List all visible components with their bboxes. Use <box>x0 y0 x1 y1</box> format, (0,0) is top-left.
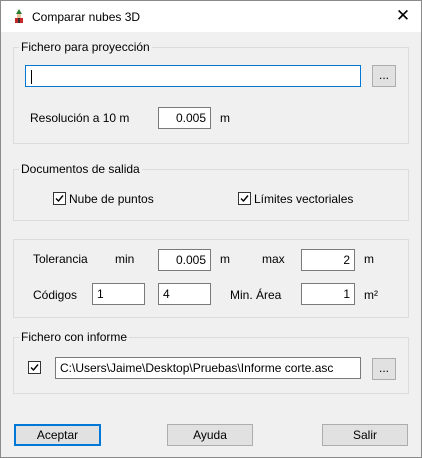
resolution-unit: m <box>220 111 230 125</box>
report-checkbox[interactable] <box>28 361 41 374</box>
title-bar: Comparar nubes 3D ✕ <box>1 1 421 32</box>
min-label: min <box>115 252 135 266</box>
projection-browse-button[interactable]: ... <box>372 65 396 87</box>
output-legend: Documentos de salida <box>19 162 142 176</box>
codes-label: Códigos <box>33 288 78 302</box>
window-title: Comparar nubes 3D <box>32 10 141 24</box>
exit-button[interactable]: Salir <box>322 424 408 446</box>
max-tolerance-input[interactable]: 2 <box>301 249 355 271</box>
projection-legend: Fichero para proyección <box>19 40 152 54</box>
max-label: max <box>262 252 285 266</box>
accept-button[interactable]: Aceptar <box>14 424 101 446</box>
point-cloud-checkbox[interactable] <box>53 192 66 205</box>
report-browse-button[interactable]: ... <box>372 358 396 380</box>
app-logo-icon <box>11 8 27 24</box>
vector-limits-checkbox[interactable] <box>238 192 251 205</box>
report-group: Fichero con informe C:\Users\Jaime\Deskt… <box>13 330 409 394</box>
report-legend: Fichero con informe <box>19 330 130 344</box>
point-cloud-label[interactable]: Nube de puntos <box>69 192 154 206</box>
help-button[interactable]: Ayuda <box>167 424 253 446</box>
resolution-input[interactable]: 0.005 <box>158 107 211 129</box>
max-unit: m <box>364 252 374 266</box>
dialog-window: Comparar nubes 3D ✕ Fichero para proyecc… <box>0 0 422 458</box>
resolution-label: Resolución a 10 m <box>30 111 130 125</box>
projection-group: Fichero para proyección ... Resolución a… <box>13 40 409 144</box>
projection-file-input[interactable] <box>25 65 361 87</box>
code-input-1[interactable]: 1 <box>92 283 145 305</box>
min-area-label: Min. Área <box>230 288 282 302</box>
close-icon[interactable]: ✕ <box>391 5 415 27</box>
output-group: Documentos de salida Nube de puntos Lími… <box>13 162 409 221</box>
parameters-group: Tolerancia min 0.005 m max 2 m Códigos 1… <box>13 239 409 318</box>
tolerance-label: Tolerancia <box>33 252 88 266</box>
min-area-input[interactable]: 1 <box>301 283 355 305</box>
min-tolerance-input[interactable]: 0.005 <box>158 249 211 271</box>
code-input-2[interactable]: 4 <box>158 283 211 305</box>
vector-limits-label[interactable]: Límites vectoriales <box>254 192 353 206</box>
min-unit: m <box>220 252 230 266</box>
min-area-unit: m² <box>364 288 378 302</box>
report-path-input[interactable]: C:\Users\Jaime\Desktop\Pruebas\Informe c… <box>55 357 361 379</box>
